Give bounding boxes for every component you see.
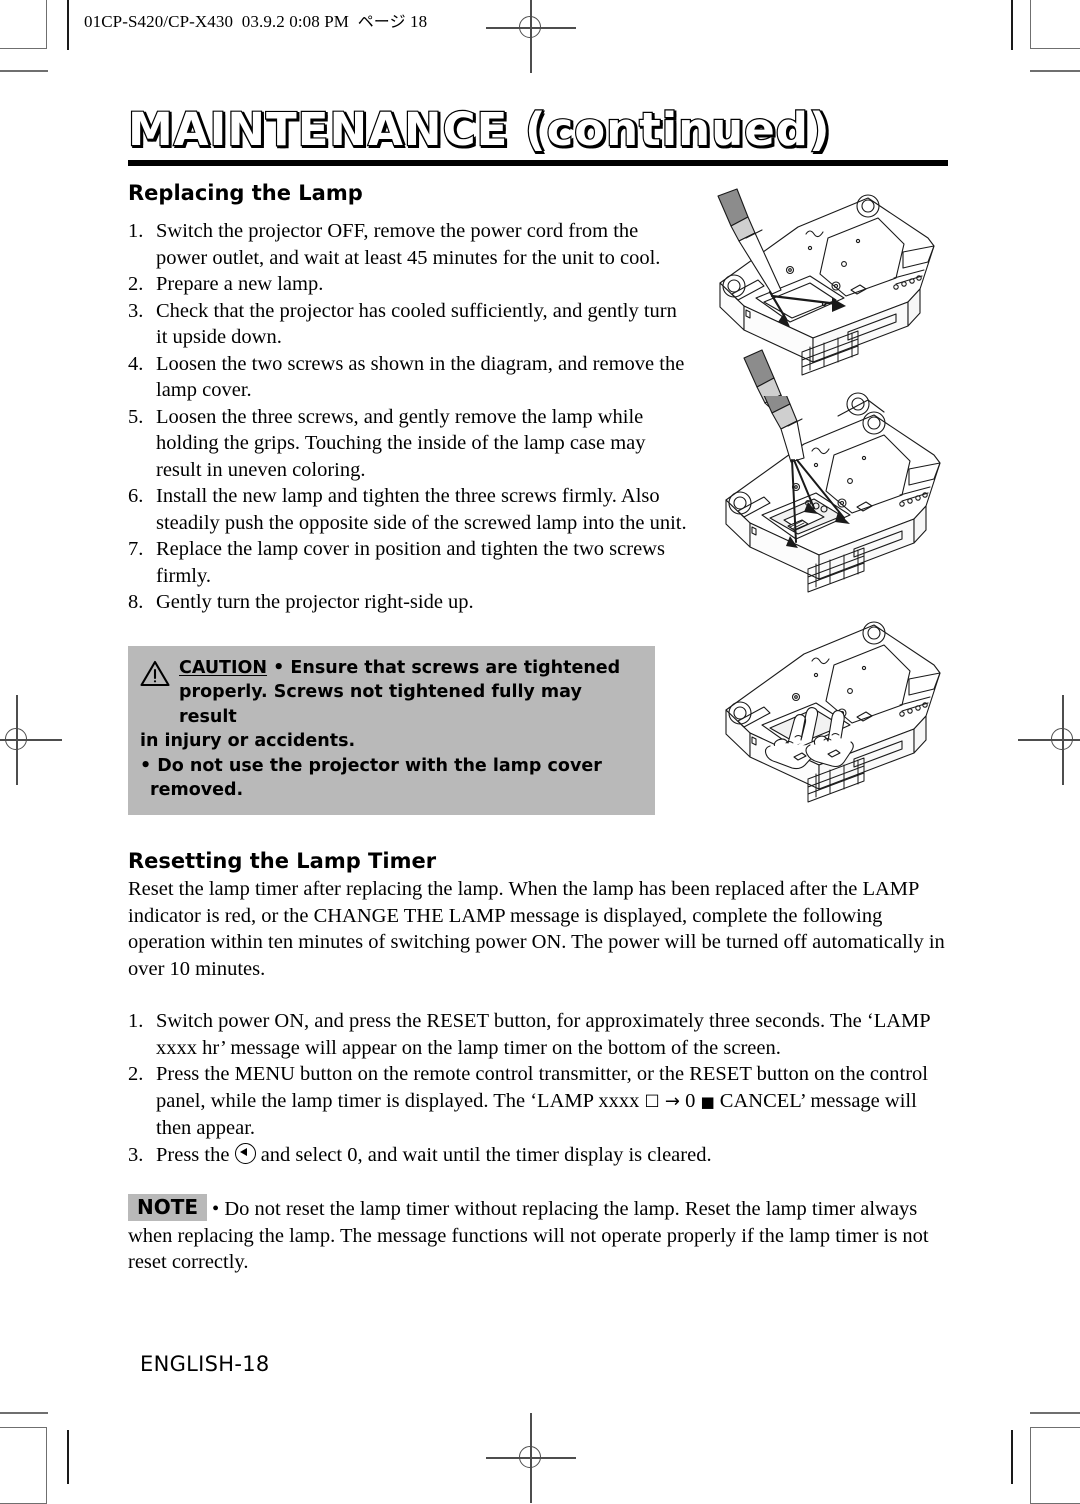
step-number: 2.: [128, 1063, 144, 1085]
list-item: 4. Loosen the two screws as shown in the …: [128, 351, 688, 404]
step-number: 7.: [128, 538, 144, 560]
trim-line-right: [1011, 0, 1013, 50]
step-number: 1.: [128, 220, 144, 242]
note-block: NOTE • Do not reset the lamp timer withou…: [128, 1194, 948, 1276]
trim-line-right-bottom: [1011, 1430, 1013, 1484]
crop-mark-bottom-left: [0, 1427, 47, 1504]
step-text: Gently turn the projector right-side up.: [156, 591, 474, 613]
file-header-date: 03.9.2: [241, 12, 285, 31]
caution-box: CAUTION • Ensure that screws are tighten…: [128, 645, 655, 815]
projector-underside-screwdriver-lamp-screws-illustration: [725, 396, 941, 593]
caution-line1: • Ensure that screws are tightened: [273, 657, 621, 678]
caution-bullet2-line2: removed.: [150, 780, 244, 800]
step-text: Switch power ON, and press the RESET but…: [156, 1010, 930, 1059]
list-item: 5. Loosen the three screws, and gently re…: [128, 404, 688, 484]
registration-mark-left-center: [0, 695, 62, 785]
file-header-filename: 01CP-S420/CP-X430: [84, 12, 234, 31]
step-number: 5.: [128, 405, 144, 428]
list-item: 2. Press the MENU button on the remote co…: [128, 1061, 948, 1142]
list-item: 2. Prepare a new lamp.: [128, 271, 688, 298]
caution-line3: in injury or accidents.: [140, 731, 356, 751]
left-arrow-button-icon: [234, 1142, 256, 1164]
right-arrow-icon: →: [664, 1090, 680, 1112]
list-item: 1. Switch power ON, and press the RESET b…: [128, 1008, 948, 1061]
registration-mark-bottom-center: [486, 1413, 576, 1503]
file-header-page-label: ページ: [357, 12, 406, 31]
page-footer: ENGLISH-18: [140, 1352, 270, 1376]
step-number: 2.: [128, 273, 144, 295]
list-item: 6. Install the new lamp and tighten the t…: [128, 483, 688, 536]
trim-line-left: [67, 0, 69, 50]
resetting-lamp-timer-steps: 1. Switch power ON, and press the RESET b…: [128, 1008, 948, 1168]
resetting-lamp-timer-intro: Reset the lamp timer after replacing the…: [128, 878, 945, 980]
step-text-part-a: Press the: [156, 1143, 235, 1166]
warning-triangle-icon: [140, 660, 170, 695]
caution-body: CAUTION • Ensure that screws are tighten…: [179, 656, 643, 730]
page-content: MAINTENANCE (continued) Replacing the La…: [127, 102, 948, 1276]
empty-square-icon: ☐: [644, 1091, 660, 1112]
step-text: Replace the lamp cover in position and t…: [156, 538, 665, 587]
step-text-part-b: 0: [679, 1089, 701, 1112]
note-tag: NOTE: [128, 1194, 208, 1221]
step-text: Check that the projector has cooled suff…: [156, 299, 677, 349]
step-text: Switch the projector OFF, remove the pow…: [156, 220, 661, 269]
title-divider: [128, 160, 948, 166]
crop-mark-top-left: [0, 0, 47, 49]
note-text: • Do not reset the lamp timer without re…: [128, 1198, 929, 1273]
step-text-part-b: and select 0, and wait until the timer d…: [255, 1143, 712, 1166]
step-text: Loosen the two screws as shown in the di…: [156, 352, 685, 402]
trim-line-left-bottom: [67, 1430, 69, 1484]
caution-second-bullet: • Do not use the projector with the lamp…: [140, 754, 643, 803]
replacing-lamp-zone: Replacing the Lamp 1. Switch the projecto…: [128, 180, 948, 840]
crop-rule-bottom-left: [0, 1412, 48, 1414]
step-text: Prepare a new lamp.: [156, 273, 324, 295]
step-number: 6.: [128, 485, 144, 507]
step-number: 3.: [128, 1143, 144, 1166]
resetting-lamp-timer-heading: Resetting the Lamp Timer: [128, 849, 437, 873]
crop-rule-bottom-right: [1030, 1412, 1080, 1414]
caution-line2: properly. Screws not tightened fully may…: [179, 682, 582, 727]
replacing-lamp-steps: 1. Switch the projector OFF, remove the p…: [128, 218, 688, 616]
step-number: 3.: [128, 299, 144, 322]
list-item: 7. Replace the lamp cover in position and…: [128, 536, 688, 589]
projector-underside-screwdriver-lamp-cover-screws-illustration: [717, 188, 935, 418]
registration-mark-right-center: [1018, 695, 1080, 785]
crop-rule-top-right: [1030, 70, 1080, 72]
list-item: 8. Gently turn the projector right-side u…: [128, 589, 688, 616]
file-header-strip: 01CP-S420/CP-X430 03.9.2 0:08 PM ページ 18: [84, 8, 427, 32]
list-item: 1. Switch the projector OFF, remove the p…: [128, 218, 688, 271]
step-number: 4.: [128, 352, 144, 375]
caution-bullet2-line1: • Do not use the projector with the lamp…: [140, 755, 602, 776]
projector-underside-hands-removing-lamp-illustration: [725, 621, 941, 803]
step-number: 1.: [128, 1010, 144, 1032]
registration-mark-top-center: [486, 0, 576, 73]
step-number: 8.: [128, 591, 144, 613]
replacing-lamp-heading: Replacing the Lamp: [128, 181, 363, 205]
filled-square-icon: ■: [700, 1092, 715, 1111]
resetting-lamp-timer-section: Resetting the Lamp Timer Reset the lamp …: [128, 848, 948, 1276]
file-header-page-number: 18: [410, 12, 428, 31]
list-item: 3. Press the and select 0, and wait until…: [128, 1142, 948, 1169]
step-text: Install the new lamp and tighten the thr…: [156, 485, 687, 534]
replacing-lamp-text-column: Replacing the Lamp 1. Switch the projecto…: [128, 180, 688, 815]
caution-label: CAUTION: [179, 657, 268, 678]
caution-first-bullet: CAUTION • Ensure that screws are tighten…: [140, 656, 643, 730]
page-title: MAINTENANCE (continued): [127, 102, 831, 156]
crop-mark-bottom-right: [1030, 1427, 1080, 1504]
illustration-column: [698, 186, 948, 816]
step-text: Loosen the three screws, and gently remo…: [156, 405, 646, 481]
list-item: 3. Check that the projector has cooled su…: [128, 298, 688, 351]
crop-rule-top-left: [0, 70, 48, 72]
crop-mark-top-right: [1030, 0, 1080, 49]
file-header-time: 0:08 PM: [289, 12, 349, 31]
